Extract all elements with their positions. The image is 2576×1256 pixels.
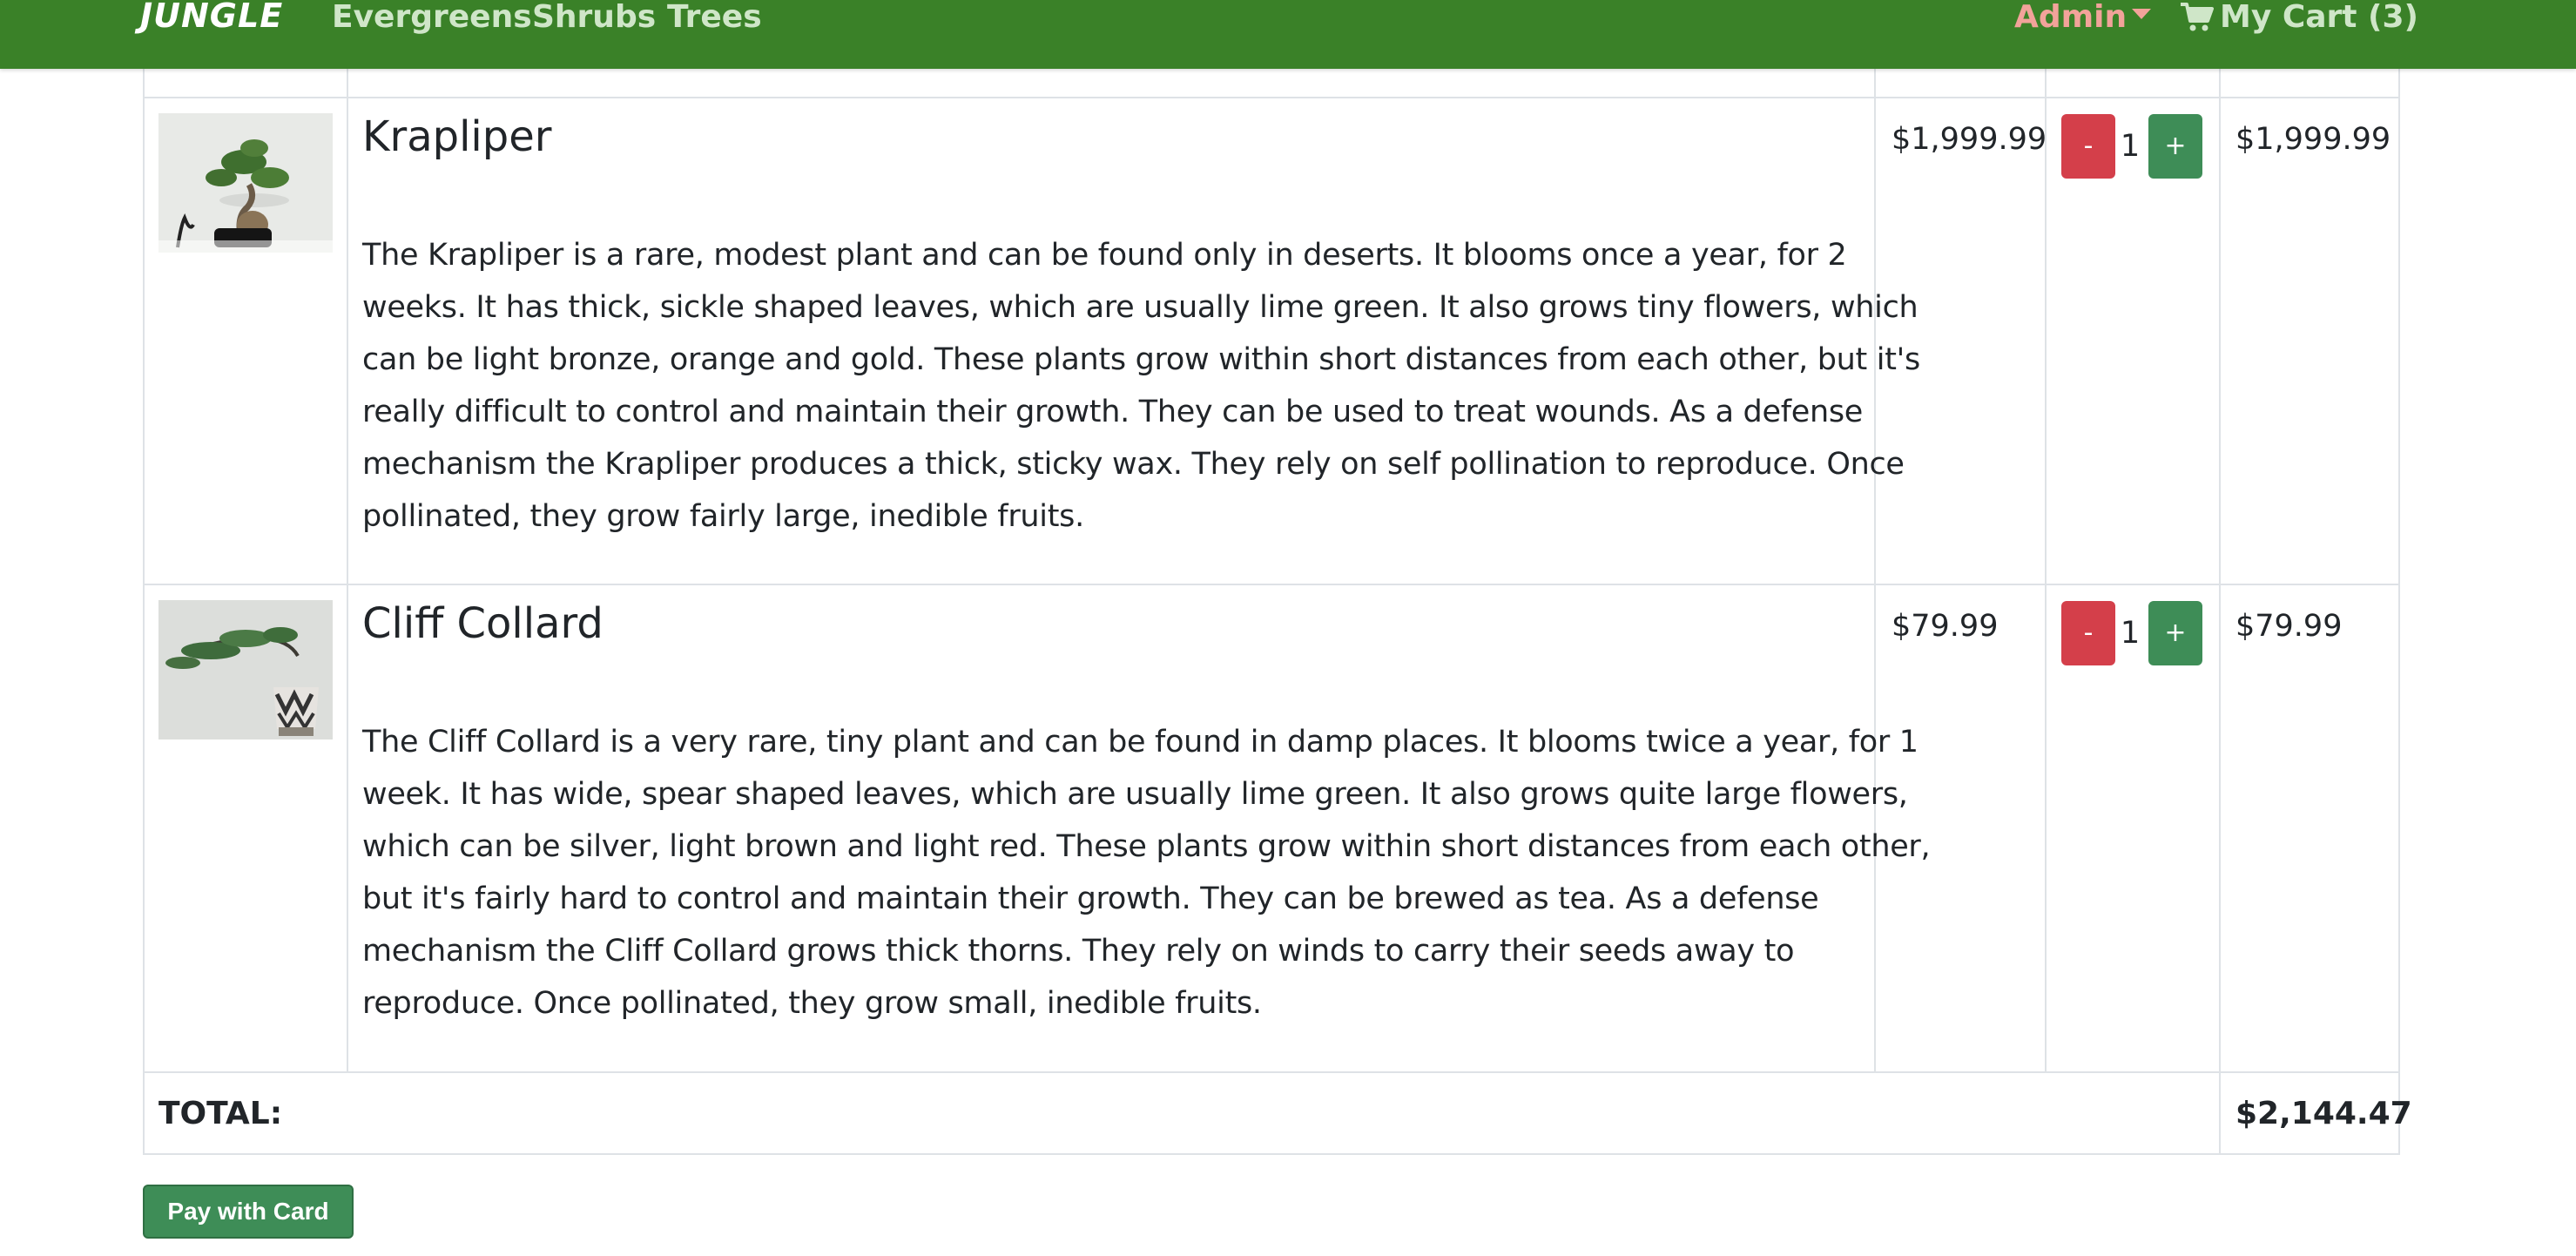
- description-line: which can be silver, light brown and lig…: [362, 829, 1931, 864]
- cart-label: My Cart (3): [2220, 0, 2418, 35]
- column-divider: [2045, 69, 2047, 1073]
- description-line: week. It has wide, spear shaped leaves, …: [362, 777, 1908, 812]
- product-name: Krapliper: [362, 112, 552, 161]
- description-line: reproduce. Once pollinated, they grow sm…: [362, 986, 1262, 1021]
- decrease-quantity-button[interactable]: -: [2061, 601, 2115, 665]
- increase-quantity-button[interactable]: +: [2148, 601, 2202, 665]
- description-line: The Krapliper is a rare, modest plant an…: [362, 238, 1847, 273]
- product-description: The Cliff Collard is a very rare, tiny p…: [362, 716, 1931, 1030]
- description-line: really difficult to control and maintain…: [362, 395, 1864, 429]
- description-line: mechanism the Krapliper produces a thick…: [362, 447, 1905, 482]
- juniper-bonsai-image: [158, 600, 333, 739]
- admin-dropdown[interactable]: Admin: [2014, 0, 2127, 37]
- column-divider: [1874, 69, 1876, 1073]
- nav-link-evergreens[interactable]: Evergreens: [332, 0, 532, 37]
- row-divider: [143, 584, 2400, 585]
- unit-price: $79.99: [1892, 609, 1999, 644]
- description-line: but it's fairly hard to control and main…: [362, 881, 1819, 916]
- product-name: Cliff Collard: [362, 599, 604, 648]
- table-border-right: [2398, 69, 2400, 1155]
- description-line: The Cliff Collard is a very rare, tiny p…: [362, 725, 1919, 760]
- top-navbar: JUNGLE Evergreens Shrubs Trees Admin My …: [0, 0, 2576, 69]
- product-description: The Krapliper is a rare, modest plant an…: [362, 229, 1920, 543]
- brand-logo[interactable]: JUNGLE: [140, 0, 283, 35]
- quantity-value: 1: [2120, 616, 2141, 651]
- increase-quantity-button[interactable]: +: [2148, 114, 2202, 179]
- product-image[interactable]: [158, 113, 333, 253]
- shopping-cart-icon: [2181, 3, 2214, 31]
- pay-with-card-button[interactable]: Pay with Card: [143, 1185, 354, 1239]
- table-border-left: [143, 69, 145, 1155]
- description-line: pollinated, they grow fairly large, ined…: [362, 499, 1084, 534]
- column-divider: [347, 69, 348, 1073]
- unit-price: $1,999.99: [1892, 122, 2047, 157]
- description-line: weeks. It has thick, sickle shaped leave…: [362, 290, 1919, 325]
- item-subtotal: $1,999.99: [2235, 122, 2391, 157]
- chevron-down-icon[interactable]: [2132, 9, 2151, 19]
- product-image[interactable]: [158, 600, 333, 739]
- row-divider: [143, 1071, 2400, 1073]
- bonsai-plant-image: [158, 113, 333, 253]
- item-subtotal: $79.99: [2235, 609, 2343, 644]
- description-line: mechanism the Cliff Collard grows thick …: [362, 934, 1795, 969]
- total-label: TOTAL:: [158, 1096, 283, 1131]
- decrease-quantity-button[interactable]: -: [2061, 114, 2115, 179]
- column-divider: [2219, 69, 2221, 1155]
- row-divider: [143, 1153, 2400, 1155]
- quantity-value: 1: [2120, 129, 2141, 164]
- total-value: $2,144.47: [2235, 1096, 2412, 1131]
- description-line: can be light bronze, orange and gold. Th…: [362, 342, 1920, 377]
- nav-link-shrubs[interactable]: Shrubs: [532, 0, 656, 37]
- nav-link-trees[interactable]: Trees: [667, 0, 762, 37]
- row-divider: [143, 97, 2400, 98]
